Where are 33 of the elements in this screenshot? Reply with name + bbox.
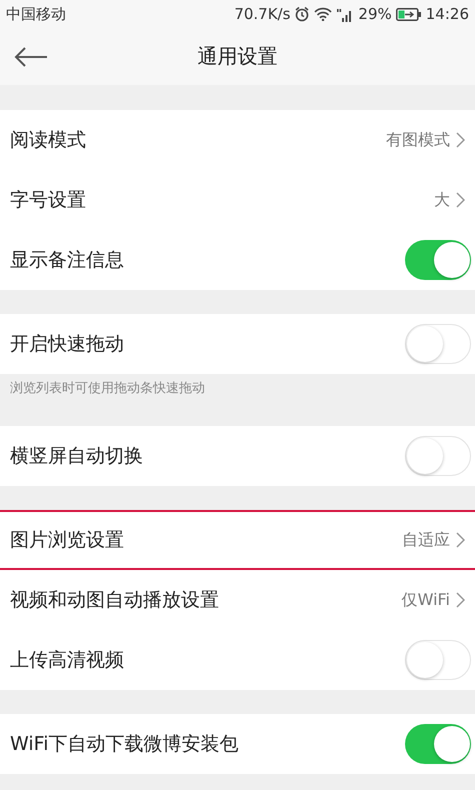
wifi-icon xyxy=(314,7,332,21)
hint-text: 浏览列表时可使用拖动条快速拖动 xyxy=(10,380,205,397)
setting-value: 自适应 xyxy=(402,530,450,550)
alarm-clock-icon xyxy=(294,6,310,22)
highlighted-settings-row[interactable]: 图片浏览设置 自适应 xyxy=(0,510,475,570)
toggle-switch[interactable] xyxy=(405,436,471,476)
setting-label: 阅读模式 xyxy=(10,128,87,153)
setting-value: 大 xyxy=(434,190,450,210)
setting-label: 上传高清视频 xyxy=(10,648,125,673)
setting-label: 图片浏览设置 xyxy=(10,528,125,553)
toggle-switch[interactable] xyxy=(405,324,471,364)
toggle-switch[interactable] xyxy=(405,640,471,680)
setting-label: 横竖屏自动切换 xyxy=(10,444,144,469)
chevron-right-icon xyxy=(456,132,465,148)
network-speed: 70.7K/s xyxy=(234,5,290,23)
setting-label: 视频和动图自动播放设置 xyxy=(10,588,220,613)
clock-time: 14:26 xyxy=(426,5,469,23)
battery-charging-icon xyxy=(396,8,422,20)
setting-value: 有图模式 xyxy=(386,130,450,150)
setting-label: 显示备注信息 xyxy=(10,248,125,273)
chevron-right-icon xyxy=(456,532,465,548)
chevron-right-icon xyxy=(456,192,465,208)
toggle-switch[interactable] xyxy=(405,724,471,764)
chevron-right-icon xyxy=(456,592,465,608)
toggle-switch[interactable] xyxy=(405,240,471,280)
carrier-name: 中国移动 xyxy=(6,4,66,24)
page-title: 通用设置 xyxy=(198,44,278,68)
setting-label: WiFi下自动下载微博安装包 xyxy=(10,732,240,757)
setting-value: 仅WiFi xyxy=(402,590,450,610)
back-arrow-icon[interactable] xyxy=(14,46,48,66)
setting-label: 开启快速拖动 xyxy=(10,332,125,357)
battery-percent: 29% xyxy=(358,5,392,23)
setting-label: 字号设置 xyxy=(10,188,87,213)
